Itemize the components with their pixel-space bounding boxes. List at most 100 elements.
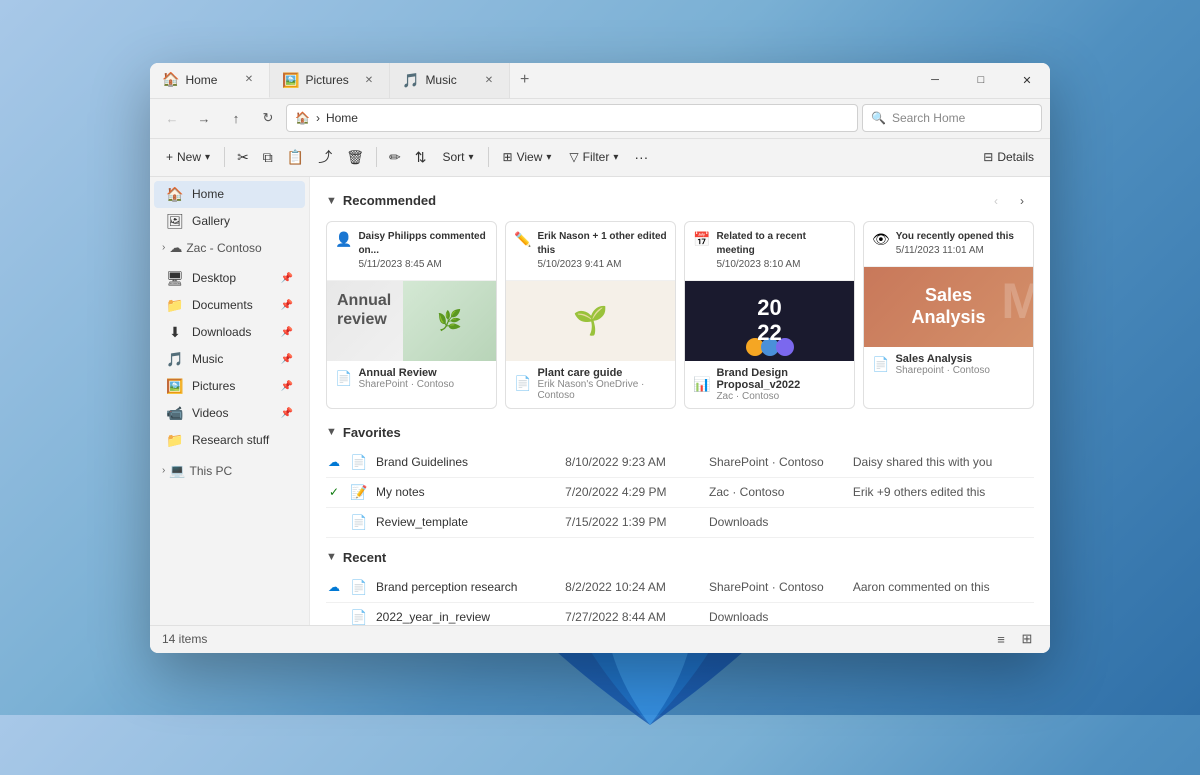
card-sales-analysis[interactable]: 👁 You recently opened this 5/11/2023 11:… bbox=[863, 221, 1034, 409]
view-button[interactable]: ⊞ View ▾ bbox=[495, 146, 560, 168]
favorites-item-brand-guidelines[interactable]: ☁ 📄 Brand Guidelines 8/10/2022 9:23 AM S… bbox=[326, 448, 1034, 478]
favorites-item-my-notes[interactable]: ✓ 📝 My notes 7/20/2022 4:29 PM Zac · Con… bbox=[326, 478, 1034, 508]
pin-icon-3: 📌 bbox=[281, 327, 293, 338]
home-tab-close[interactable]: ✕ bbox=[241, 72, 257, 88]
address-path[interactable]: 🏠 › Home bbox=[286, 104, 858, 132]
card-annual-review[interactable]: 👤 Daisy Philipps commented on... 5/11/20… bbox=[326, 221, 497, 409]
favorites-item-review-template[interactable]: 📄 Review_template 7/15/2022 1:39 PM Down… bbox=[326, 508, 1034, 538]
sidebar-item-this-pc[interactable]: › 💻 This PC bbox=[154, 458, 305, 484]
check-sync-icon: ✓ bbox=[326, 485, 342, 499]
new-button[interactable]: + New ▾ bbox=[158, 146, 218, 168]
view-icon: ⊞ bbox=[503, 150, 513, 164]
cloud-sync-icon-2: ☁ bbox=[326, 580, 342, 594]
sidebar-item-music[interactable]: 🎵 Music 📌 bbox=[154, 346, 305, 373]
toolbar-separator-3 bbox=[488, 147, 489, 167]
recent-section: ▼ Recent ☁ 📄 Brand perception research 8… bbox=[326, 550, 1034, 625]
home-icon: 🏠 bbox=[166, 186, 184, 203]
cut-button[interactable]: ✂ bbox=[231, 145, 255, 170]
recommended-prev[interactable]: ‹ bbox=[984, 189, 1008, 213]
music-tab-icon: 🎵 bbox=[402, 72, 419, 89]
recommended-toggle[interactable]: ▼ bbox=[326, 195, 337, 207]
details-button[interactable]: ⊟ Details bbox=[975, 146, 1042, 168]
review-template-location: Downloads bbox=[709, 515, 845, 529]
card-plant-care-activity: Erik Nason + 1 other edited this 5/10/20… bbox=[537, 230, 667, 272]
sort-label: Sort bbox=[442, 150, 464, 164]
path-home-icon: 🏠 bbox=[295, 111, 310, 125]
sidebar-item-desktop[interactable]: 🖥 Desktop 📌 bbox=[154, 265, 305, 292]
music-tab-close[interactable]: ✕ bbox=[481, 72, 497, 88]
sidebar-item-documents[interactable]: 📁 Documents 📌 bbox=[154, 292, 305, 319]
sidebar-item-downloads[interactable]: ⬇ Downloads 📌 bbox=[154, 319, 305, 346]
card-annual-review-meta: 👤 Daisy Philipps commented on... 5/11/20… bbox=[327, 222, 496, 281]
recommended-cards: 👤 Daisy Philipps commented on... 5/11/20… bbox=[326, 221, 1034, 409]
share-button[interactable]: ⤴ bbox=[312, 143, 338, 171]
search-box[interactable]: 🔍 Search Home bbox=[862, 104, 1042, 132]
forward-button[interactable]: → bbox=[190, 104, 218, 132]
refresh-button[interactable]: ↻ bbox=[254, 104, 282, 132]
card-plant-care-info: Plant care guide Erik Nason's OneDrive ·… bbox=[537, 367, 667, 401]
my-notes-name: My notes bbox=[376, 485, 557, 499]
music-sidebar-icon: 🎵 bbox=[166, 351, 184, 368]
card-plant-care-guide[interactable]: ✏️ Erik Nason + 1 other edited this 5/10… bbox=[505, 221, 676, 409]
card-plant-care-footer: 📄 Plant care guide Erik Nason's OneDrive… bbox=[506, 361, 675, 407]
minimize-button[interactable]: ─ bbox=[912, 63, 958, 99]
filter-icon: ▽ bbox=[569, 150, 578, 164]
new-label: New bbox=[177, 150, 201, 164]
grid-view-button[interactable]: ⊞ bbox=[1016, 628, 1038, 650]
list-view-button[interactable]: ≡ bbox=[990, 628, 1012, 650]
close-button[interactable]: ✕ bbox=[1004, 63, 1050, 99]
my-notes-activity: Erik +9 others edited this bbox=[853, 485, 1034, 499]
sidebar-item-gallery[interactable]: 🖼 Gallery bbox=[154, 208, 305, 235]
this-pc-label: This PC bbox=[190, 464, 297, 478]
copy-button[interactable]: ⧉ bbox=[257, 145, 279, 170]
favorites-section-header: ▼ Favorites bbox=[326, 425, 1034, 440]
tab-home[interactable]: 🏠 Home ✕ bbox=[150, 63, 270, 98]
filter-button[interactable]: ▽ Filter ▾ bbox=[561, 146, 626, 168]
back-button[interactable]: ← bbox=[158, 104, 186, 132]
sidebar-item-research-stuff[interactable]: 📁 Research stuff bbox=[154, 427, 305, 454]
this-pc-expander-icon: › bbox=[162, 465, 165, 476]
year-in-review-location: Downloads bbox=[709, 610, 845, 624]
tab-pictures[interactable]: 🖼️ Pictures ✕ bbox=[270, 63, 390, 98]
details-icon: ⊟ bbox=[983, 150, 993, 164]
more-button[interactable]: ··· bbox=[628, 145, 654, 169]
review-template-name: Review_template bbox=[376, 515, 557, 529]
sidebar-item-videos[interactable]: 📹 Videos 📌 bbox=[154, 400, 305, 427]
recommended-nav: ‹ › bbox=[984, 189, 1034, 213]
tab-music[interactable]: 🎵 Music ✕ bbox=[390, 63, 510, 98]
doc-icon-2: 📝 bbox=[350, 484, 368, 501]
word-doc-icon: 📄 bbox=[335, 370, 352, 387]
new-tab-button[interactable]: + bbox=[510, 63, 539, 98]
path-separator: › bbox=[316, 111, 320, 125]
recommended-title: Recommended bbox=[343, 193, 436, 208]
card-brand-design[interactable]: 📅 Related to a recent meeting 5/10/2023 … bbox=[684, 221, 855, 409]
music-tab-label: Music bbox=[425, 73, 475, 87]
recommended-next[interactable]: › bbox=[1010, 189, 1034, 213]
pin-icon-6: 📌 bbox=[281, 408, 293, 419]
doc-icon-1: 📄 bbox=[350, 454, 368, 471]
favorites-toggle[interactable]: ▼ bbox=[326, 426, 337, 438]
expander-icon: › bbox=[162, 242, 165, 253]
filter-chevron: ▾ bbox=[613, 152, 618, 163]
videos-icon: 📹 bbox=[166, 405, 184, 422]
paste-button[interactable]: 📋 bbox=[281, 145, 310, 170]
recent-item-2022-year[interactable]: 📄 2022_year_in_review 7/27/2022 8:44 AM … bbox=[326, 603, 1034, 625]
rename-button[interactable]: ✏ bbox=[383, 145, 407, 170]
recent-toggle[interactable]: ▼ bbox=[326, 551, 337, 563]
sort-label-button[interactable]: Sort ▾ bbox=[434, 146, 481, 168]
sidebar-item-home[interactable]: 🏠 Home bbox=[154, 181, 305, 208]
delete-button[interactable]: 🗑 bbox=[340, 145, 370, 170]
pencil-icon: ✏️ bbox=[514, 231, 531, 248]
doc-icon-3: 📄 bbox=[350, 514, 368, 531]
up-button[interactable]: ↑ bbox=[222, 104, 250, 132]
card-sales-footer: 📄 Sales Analysis Sharepoint · Contoso bbox=[864, 347, 1033, 382]
annual-review-thumb-text: Annualreview bbox=[337, 291, 391, 329]
recent-item-brand-perception[interactable]: ☁ 📄 Brand perception research 8/2/2022 1… bbox=[326, 573, 1034, 603]
sidebar-item-zac-contoso[interactable]: › ☁ Zac - Contoso bbox=[154, 235, 305, 261]
sidebar-item-pictures[interactable]: 🖼️ Pictures 📌 bbox=[154, 373, 305, 400]
pictures-tab-close[interactable]: ✕ bbox=[361, 72, 377, 88]
recent-section-header: ▼ Recent bbox=[326, 550, 1034, 565]
pin-icon-5: 📌 bbox=[281, 381, 293, 392]
maximize-button[interactable]: □ bbox=[958, 63, 1004, 99]
sort-button[interactable]: ⇅ bbox=[409, 145, 433, 170]
